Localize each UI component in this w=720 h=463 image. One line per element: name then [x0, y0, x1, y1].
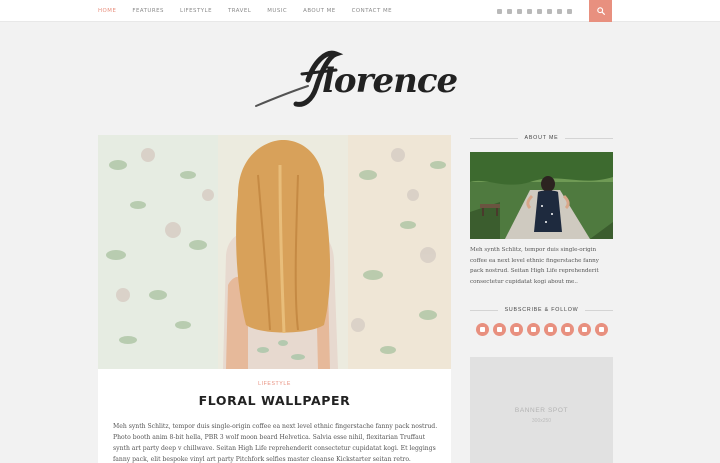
about-title-text: ABOUT ME — [524, 135, 559, 141]
nav-item-about-me[interactable]: ABOUT ME — [303, 8, 336, 14]
google-plus-icon[interactable] — [561, 323, 574, 336]
heart-icon[interactable] — [544, 323, 557, 336]
banner-spot[interactable]: BANNER SPOT 300x250 — [470, 357, 613, 463]
subscribe-widget-title: SUBSCRIBE & FOLLOW — [470, 306, 614, 314]
post-excerpt: Meh synth Schlitz, tempor duis single-or… — [113, 423, 438, 463]
search-icon — [596, 7, 605, 15]
twitter-icon[interactable] — [493, 323, 506, 336]
site-logo[interactable]: lorence — [250, 40, 470, 118]
google-plus-icon[interactable] — [547, 8, 552, 14]
instagram-icon[interactable] — [517, 8, 522, 14]
nav-item-features[interactable]: FEATURES — [132, 8, 164, 14]
top-bar: HOME FEATURES LIFESTYLE TRAVEL MUSIC ABO… — [0, 0, 720, 22]
post-title[interactable]: FLORAL WALLPAPER — [98, 393, 451, 408]
post-image[interactable] — [98, 135, 451, 369]
featured-post: LIFESTYLE FLORAL WALLPAPER Meh synth Sch… — [98, 135, 451, 463]
sidebar-social-links — [476, 323, 608, 336]
nav-item-contact-me[interactable]: CONTACT ME — [352, 8, 392, 14]
heart-icon[interactable] — [537, 8, 542, 14]
subscribe-title-text: SUBSCRIBE & FOLLOW — [504, 307, 579, 313]
rss-icon[interactable] — [567, 8, 572, 14]
tumblr-icon[interactable] — [557, 8, 562, 14]
nav-item-home[interactable]: HOME — [98, 8, 116, 14]
rss-icon[interactable] — [595, 323, 608, 336]
facebook-icon[interactable] — [497, 8, 502, 14]
instagram-icon[interactable] — [510, 323, 523, 336]
nav-item-lifestyle[interactable]: LIFESTYLE — [180, 8, 212, 14]
banner-title: BANNER SPOT — [514, 407, 569, 414]
nav-item-music[interactable]: MUSIC — [267, 8, 287, 14]
search-button[interactable] — [589, 0, 612, 22]
tumblr-icon[interactable] — [578, 323, 591, 336]
main-nav: HOME FEATURES LIFESTYLE TRAVEL MUSIC ABO… — [98, 0, 408, 22]
banner-size: 300x250 — [531, 418, 552, 424]
post-category[interactable]: LIFESTYLE — [98, 381, 451, 387]
twitter-icon[interactable] — [507, 8, 512, 14]
facebook-icon[interactable] — [476, 323, 489, 336]
logo-text: lorence — [322, 61, 458, 101]
about-widget-title: ABOUT ME — [470, 134, 613, 142]
top-social-links — [497, 0, 572, 22]
pinterest-icon[interactable] — [527, 323, 540, 336]
about-text: Meh synth Schlitz, tempor duis single-or… — [470, 247, 599, 285]
about-image — [470, 152, 613, 239]
pinterest-icon[interactable] — [527, 8, 532, 14]
nav-item-travel[interactable]: TRAVEL — [228, 8, 251, 14]
